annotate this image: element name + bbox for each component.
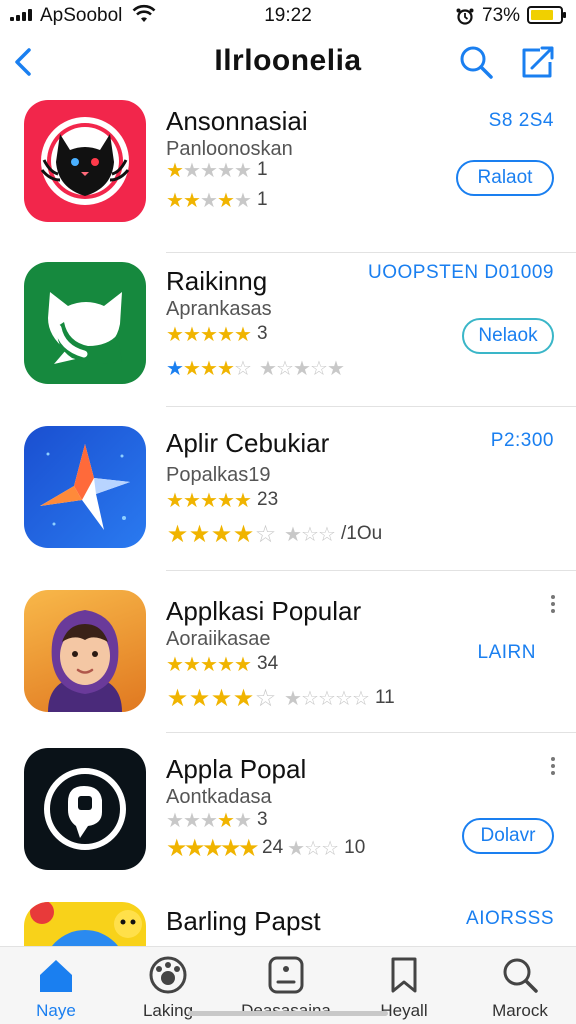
- get-button[interactable]: Dolavr: [462, 818, 554, 854]
- rating-count: 1: [257, 189, 268, 210]
- app-rating: ★ ★ ★ ★ ★ 34: [166, 652, 278, 676]
- app-rating: ★ ★ ★ ★ ★ 1: [166, 158, 268, 182]
- app-name: Appla Popal: [166, 754, 307, 784]
- star-rating-icon: ★ ★ ★ ★ ☆: [166, 520, 277, 548]
- divider: [166, 570, 576, 571]
- alarm-icon: [456, 8, 474, 25]
- get-button[interactable]: Ralaot: [456, 160, 554, 196]
- rating-count: 3: [257, 809, 268, 830]
- app-list-item[interactable]: Raikinng Aprankasas ★ ★ ★ ★ ★ 3 ★ ★ ★ ★ ☆ ★ ☆ ★ ☆ ★ …: [0, 252, 576, 408]
- get-button[interactable]: Nelaok: [462, 318, 554, 354]
- app-name: Barling Papst: [166, 906, 321, 936]
- star-rating-icon: ★ ★ ★ ★ ☆: [166, 684, 277, 712]
- app-price: LAIRN: [477, 642, 536, 663]
- star-rating-icon: ★ ★ ★ ★ ★: [166, 834, 260, 862]
- rating-count: /1Ou: [341, 523, 383, 544]
- search-icon[interactable]: [456, 42, 496, 82]
- more-options-icon[interactable]: [548, 592, 558, 618]
- tab-home[interactable]: Naye: [6, 947, 106, 1024]
- app-rating: ★ ★ ★ ★ ★ 24 ★ ☆ ☆ 10: [166, 834, 366, 862]
- app-name: Ansonnasiai: [166, 106, 308, 136]
- camera-logo-icon: [24, 748, 146, 870]
- app-rating: ★ ★ ★ ★ ★ 3: [166, 322, 268, 346]
- star-rating-icon: ★ ★ ★ ★ ★: [166, 489, 252, 512]
- app-name: Applkasi Popular: [166, 596, 362, 626]
- cat-logo-icon: [24, 262, 146, 384]
- app-rating: ★ ★ ★ ★ ★ 3: [166, 808, 268, 832]
- star-rating-icon: ★ ★ ★ ★ ★: [166, 323, 252, 346]
- rating-count: 34: [257, 653, 279, 674]
- app-list-item[interactable]: Aplir Cebukiar Popalkas19 ★ ★ ★ ★ ★ 23 ★ ★ ★ ★ ☆…: [0, 406, 576, 572]
- star-rating-icon: ★ ★ ★ ★ ☆: [166, 357, 252, 380]
- rating-count: 10: [344, 837, 366, 858]
- battery-percentage: 73%: [482, 5, 521, 26]
- navigation-bar: Ilrloonelia: [0, 32, 576, 94]
- app-price: AIORSSS: [466, 908, 554, 929]
- rating-count: 3: [257, 323, 268, 344]
- app-rating: ★ ★ ★ ★ ★ 1: [166, 188, 268, 212]
- app-category: Aprankasas: [166, 298, 272, 320]
- battery-icon: [527, 6, 566, 24]
- app-price: S8 2S4: [488, 110, 554, 131]
- app-rating: ★ ★ ★ ★ ☆ ★ ☆ ★ ☆ ★: [166, 356, 345, 380]
- tab-label: Naye: [36, 1001, 76, 1020]
- tab-label: Marock: [492, 1001, 548, 1020]
- rating-count: 11: [375, 687, 395, 708]
- apps-icon: [268, 956, 304, 994]
- rating-count: 23: [257, 489, 279, 510]
- games-icon: [149, 956, 187, 994]
- app-price: UOOPSTEN D01009: [368, 262, 554, 283]
- home-icon: [40, 960, 72, 992]
- app-category: Aoraiikasae: [166, 628, 271, 650]
- app-rating: ★ ★ ★ ★ ☆ ★ ☆ ☆ /1Ou: [166, 520, 383, 548]
- star-rating-icon: ★ ★ ★ ★ ★: [166, 159, 252, 182]
- app-rating: ★ ★ ★ ★ ★ 23: [166, 488, 278, 512]
- star-rating-icon: ★ ★ ★ ★ ★: [166, 189, 252, 212]
- star-rating-icon: ★ ★ ★ ★ ★: [166, 809, 252, 832]
- star-rating-icon: ★ ★ ★ ★ ★: [166, 653, 252, 676]
- star-logo-icon: [24, 426, 146, 548]
- status-bar: ApSoobol 19:22 73%: [0, 0, 576, 32]
- star-rating-icon: ★ ☆ ☆: [287, 837, 339, 860]
- home-indicator: [188, 1011, 388, 1016]
- star-rating-icon: ★ ☆ ★ ☆ ★: [259, 357, 345, 380]
- app-list-item[interactable]: Barling Papst AIORSSS: [0, 896, 576, 946]
- app-category: Popalkas19: [166, 464, 271, 486]
- divider: [166, 406, 576, 407]
- app-list-item[interactable]: Ansonnasiai Panloonoskan ★ ★ ★ ★ ★ 1 ★ ★ ★ ★ ★ 1…: [0, 98, 576, 248]
- more-options-icon[interactable]: [548, 754, 558, 780]
- bookmark-icon: [391, 957, 417, 993]
- emoji-logo-icon: [24, 902, 146, 946]
- app-category: Aontkadasa: [166, 786, 272, 808]
- tab-search[interactable]: Marock: [470, 947, 570, 1024]
- divider: [166, 252, 576, 253]
- star-rating-icon: ★ ☆ ☆ ☆ ☆: [284, 687, 370, 710]
- app-rating: ★ ★ ★ ★ ☆ ★ ☆ ☆ ☆ ☆ 11: [166, 684, 395, 712]
- rating-count: 24: [262, 837, 284, 858]
- divider: [166, 732, 576, 733]
- share-icon[interactable]: [518, 42, 558, 82]
- girl-avatar-icon: [24, 590, 146, 712]
- rating-count: 1: [257, 159, 268, 180]
- cat-logo-icon: [24, 100, 146, 222]
- app-price: P2:300: [490, 430, 554, 451]
- app-name: Raikinng: [166, 266, 268, 296]
- app-name: Aplir Cebukiar: [166, 428, 330, 458]
- app-list-item[interactable]: Applkasi Popular Aoraiikasae ★ ★ ★ ★ ★ 34 ★ ★…: [0, 570, 576, 732]
- app-list-item[interactable]: Appla Popal Aontkadasa ★ ★ ★ ★ ★ 3 ★ ★ ★ ★ ★ 24 …: [0, 732, 576, 894]
- star-rating-icon: ★ ☆ ☆: [284, 523, 336, 546]
- search-tab-icon: [503, 958, 538, 993]
